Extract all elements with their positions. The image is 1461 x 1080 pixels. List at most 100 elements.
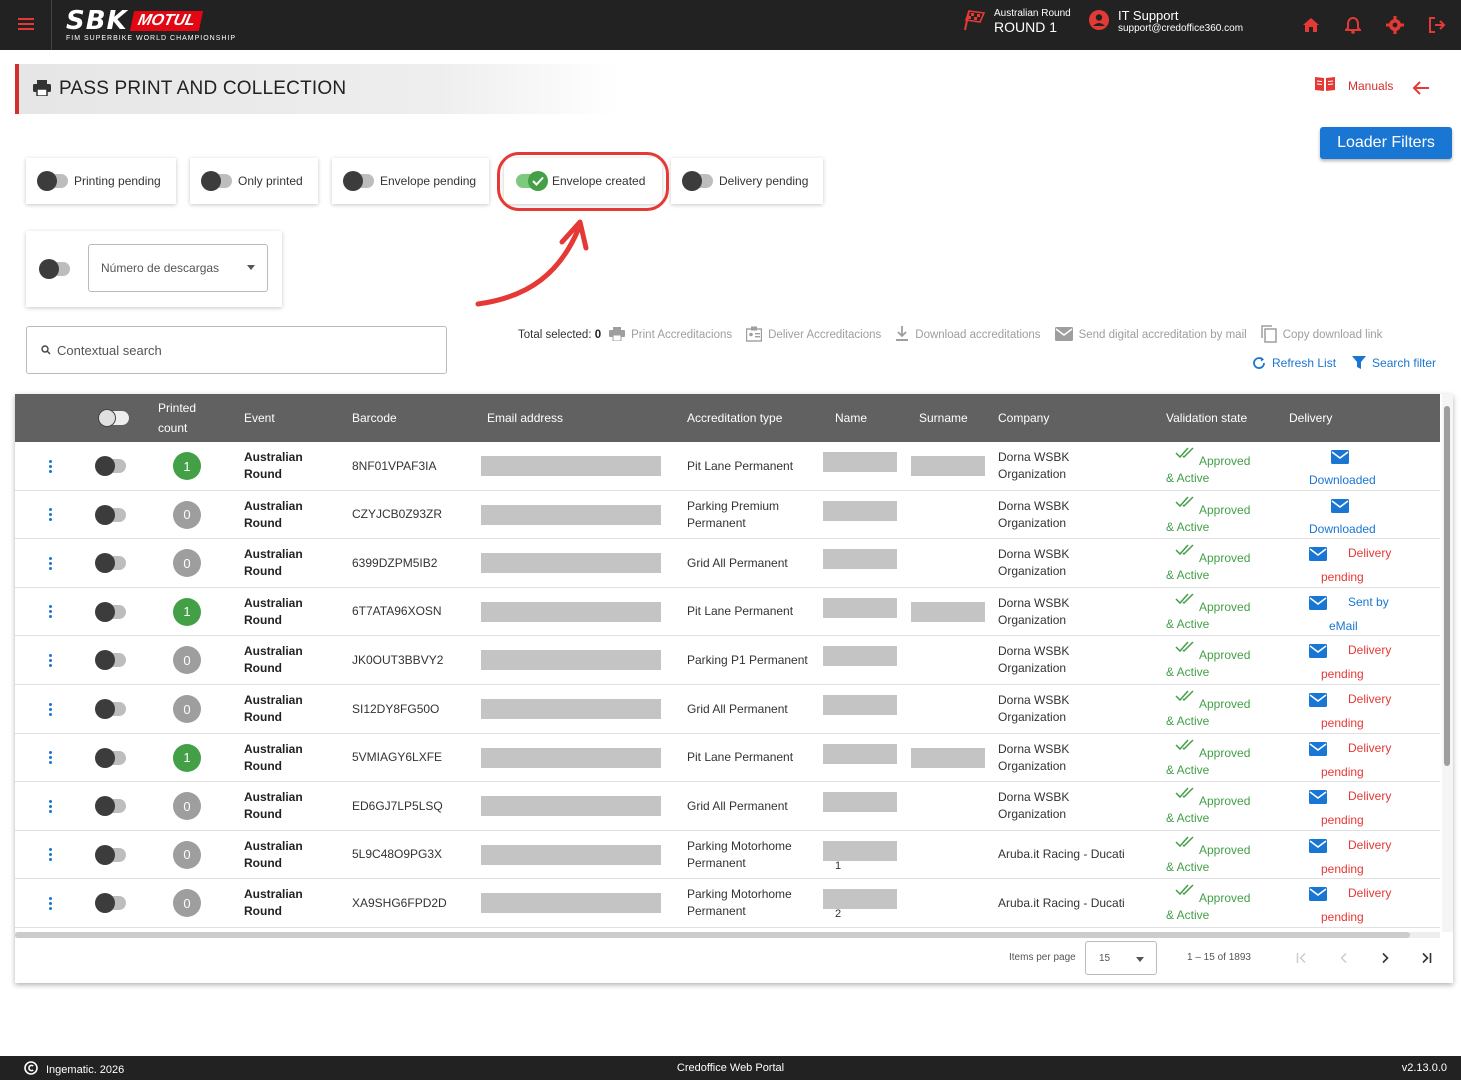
column-event[interactable]: Event: [244, 394, 275, 442]
row-menu-icon[interactable]: [47, 734, 53, 782]
toggle-switch[interactable]: [39, 259, 70, 279]
delivery-cell[interactable]: Delivery pending: [1305, 879, 1415, 927]
column-delivery[interactable]: Delivery: [1289, 394, 1332, 442]
select-all-toggle[interactable]: [98, 394, 129, 442]
row-select-toggle[interactable]: [95, 491, 126, 539]
row-menu-icon[interactable]: [47, 782, 53, 830]
accreditation-type-cell: Pit Lane Permanent: [687, 734, 793, 782]
filter-delivery-pending[interactable]: Delivery pending: [671, 158, 823, 204]
row-select-toggle[interactable]: [95, 831, 126, 879]
row-menu-icon[interactable]: [47, 831, 53, 879]
row-select-toggle[interactable]: [95, 588, 126, 636]
row-select-toggle[interactable]: [95, 782, 126, 830]
row-menu-icon[interactable]: [47, 442, 53, 490]
home-icon[interactable]: [1300, 14, 1322, 36]
previous-page-icon[interactable]: [1335, 949, 1353, 967]
table-row[interactable]: 0 Australian Round 6399DZPM5IB2 Grid All Per…: [15, 539, 1440, 588]
next-page-icon[interactable]: [1376, 949, 1394, 967]
table-row[interactable]: 0 Australian Round 5L9C48O9PG3X Parking Moto…: [15, 831, 1440, 880]
column-company[interactable]: Company: [998, 394, 1049, 442]
downloads-select[interactable]: Número de descargas: [88, 244, 268, 292]
it-support[interactable]: IT Support support@credoffice360.com: [1088, 8, 1243, 34]
column-label: Printed: [158, 401, 197, 415]
vertical-scrollbar[interactable]: [1442, 394, 1453, 932]
row-menu-icon[interactable]: [47, 539, 53, 587]
row-menu-icon[interactable]: [47, 491, 53, 539]
row-select-toggle[interactable]: [95, 636, 126, 684]
accreditation-type-cell: Parking Motorhome Permanent: [687, 831, 792, 879]
print-action[interactable]: Print Accreditacions: [609, 326, 732, 344]
toggle-switch[interactable]: [37, 171, 68, 191]
toggle-switch[interactable]: [682, 171, 713, 191]
row-select-toggle[interactable]: [95, 879, 126, 927]
table-row[interactable]: 0 Australian Round ED6GJ7LP5LSQ Grid All Per…: [15, 782, 1440, 831]
column-validation-state[interactable]: Validation state: [1166, 394, 1247, 442]
manuals-link[interactable]: Manuals: [1314, 76, 1393, 95]
printer-icon: [33, 79, 51, 99]
items-per-page-label: Items per page: [1009, 952, 1076, 963]
row-select-toggle[interactable]: [95, 685, 126, 733]
current-round[interactable]: Australian Round ROUND 1: [962, 8, 1071, 35]
logout-icon[interactable]: [1426, 14, 1448, 36]
menu-button[interactable]: [0, 0, 52, 50]
first-page-icon[interactable]: [1293, 949, 1311, 967]
refresh-list-link[interactable]: Refresh List: [1252, 356, 1336, 370]
table-row[interactable]: 0 Australian Round SI12DY8FG50O Grid All Per…: [15, 685, 1440, 734]
copy-link-action[interactable]: Copy download link: [1260, 324, 1382, 346]
row-select-toggle[interactable]: [95, 539, 126, 587]
delivery-cell[interactable]: Sent by eMail: [1305, 588, 1415, 636]
deliver-action[interactable]: Deliver Accreditacions: [745, 326, 881, 345]
delivery-cell[interactable]: Delivery pending: [1305, 636, 1415, 684]
row-select-toggle[interactable]: [95, 734, 126, 782]
delivery-cell[interactable]: Delivery pending: [1305, 831, 1415, 879]
event-cell: Australian Round: [244, 734, 303, 782]
type-line: Pit Lane Permanent: [687, 604, 794, 619]
toggle-switch[interactable]: [343, 171, 374, 191]
back-arrow-icon[interactable]: [1412, 80, 1430, 99]
row-menu-icon[interactable]: [47, 636, 53, 684]
download-action[interactable]: Download accreditations: [895, 325, 1041, 345]
filter-only-printed[interactable]: Only printed: [190, 158, 318, 204]
barcode-cell: XA9SHG6FPD2D: [352, 895, 447, 910]
double-check-icon: [1175, 544, 1195, 561]
column-accreditation-type[interactable]: Accreditation type: [687, 394, 782, 442]
row-menu-icon[interactable]: [47, 685, 53, 733]
validation-status: Approved: [1199, 697, 1251, 711]
table-row[interactable]: 0 Australian Round XA9SHG6FPD2D Parking Moto…: [15, 879, 1440, 928]
delivery-cell[interactable]: Downloaded: [1305, 491, 1415, 539]
printed-count-badge: 0: [173, 879, 201, 927]
table-row[interactable]: 1 Australian Round 5VMIAGY6LXFE Pit Lane Per…: [15, 734, 1440, 783]
column-printed-count[interactable]: Printed count: [158, 394, 196, 442]
row-menu-icon[interactable]: [47, 588, 53, 636]
delivery-cell[interactable]: Downloaded: [1305, 442, 1415, 490]
last-page-icon[interactable]: [1417, 949, 1435, 967]
row-menu-icon[interactable]: [47, 879, 53, 927]
event-line: Round: [244, 758, 282, 773]
items-per-page-select[interactable]: 15: [1085, 941, 1157, 975]
column-email[interactable]: Email address: [487, 394, 563, 442]
event-line: Round: [244, 807, 282, 822]
table-row[interactable]: 1 Australian Round 6T7ATA96XOSN Pit Lane Per…: [15, 588, 1440, 637]
contextual-search-input[interactable]: Contextual search: [26, 326, 447, 374]
paginator: Items per page 15 1 – 15 of 1893: [15, 938, 1453, 983]
filter-printing-pending[interactable]: Printing pending: [26, 158, 176, 204]
table-row[interactable]: 0 Australian Round JK0OUT3BBVY2 Parking P1 P…: [15, 636, 1440, 685]
send-mail-action[interactable]: Send digital accreditation by mail: [1054, 326, 1247, 344]
gear-icon[interactable]: [1384, 14, 1406, 36]
delivery-cell[interactable]: Delivery pending: [1305, 734, 1415, 782]
filter-envelope-pending[interactable]: Envelope pending: [332, 158, 489, 204]
delivery-cell[interactable]: Delivery pending: [1305, 685, 1415, 733]
validation-status: Approved: [1199, 648, 1251, 663]
table-row[interactable]: 0 Australian Round CZYJCB0Z93ZR Parking Prem…: [15, 491, 1440, 540]
bell-icon[interactable]: [1342, 14, 1364, 36]
delivery-cell[interactable]: Delivery pending: [1305, 539, 1415, 587]
loader-filters-button[interactable]: Loader Filters: [1320, 127, 1452, 159]
column-surname[interactable]: Surname: [919, 394, 968, 442]
column-barcode[interactable]: Barcode: [352, 394, 397, 442]
column-name[interactable]: Name: [835, 394, 867, 442]
table-row[interactable]: 1 Australian Round 8NF01VPAF3IA Pit Lane Per…: [15, 442, 1440, 491]
row-select-toggle[interactable]: [95, 442, 126, 490]
delivery-cell[interactable]: Delivery pending: [1305, 782, 1415, 830]
search-filter-link[interactable]: Search filter: [1352, 356, 1436, 370]
toggle-switch[interactable]: [201, 171, 232, 191]
